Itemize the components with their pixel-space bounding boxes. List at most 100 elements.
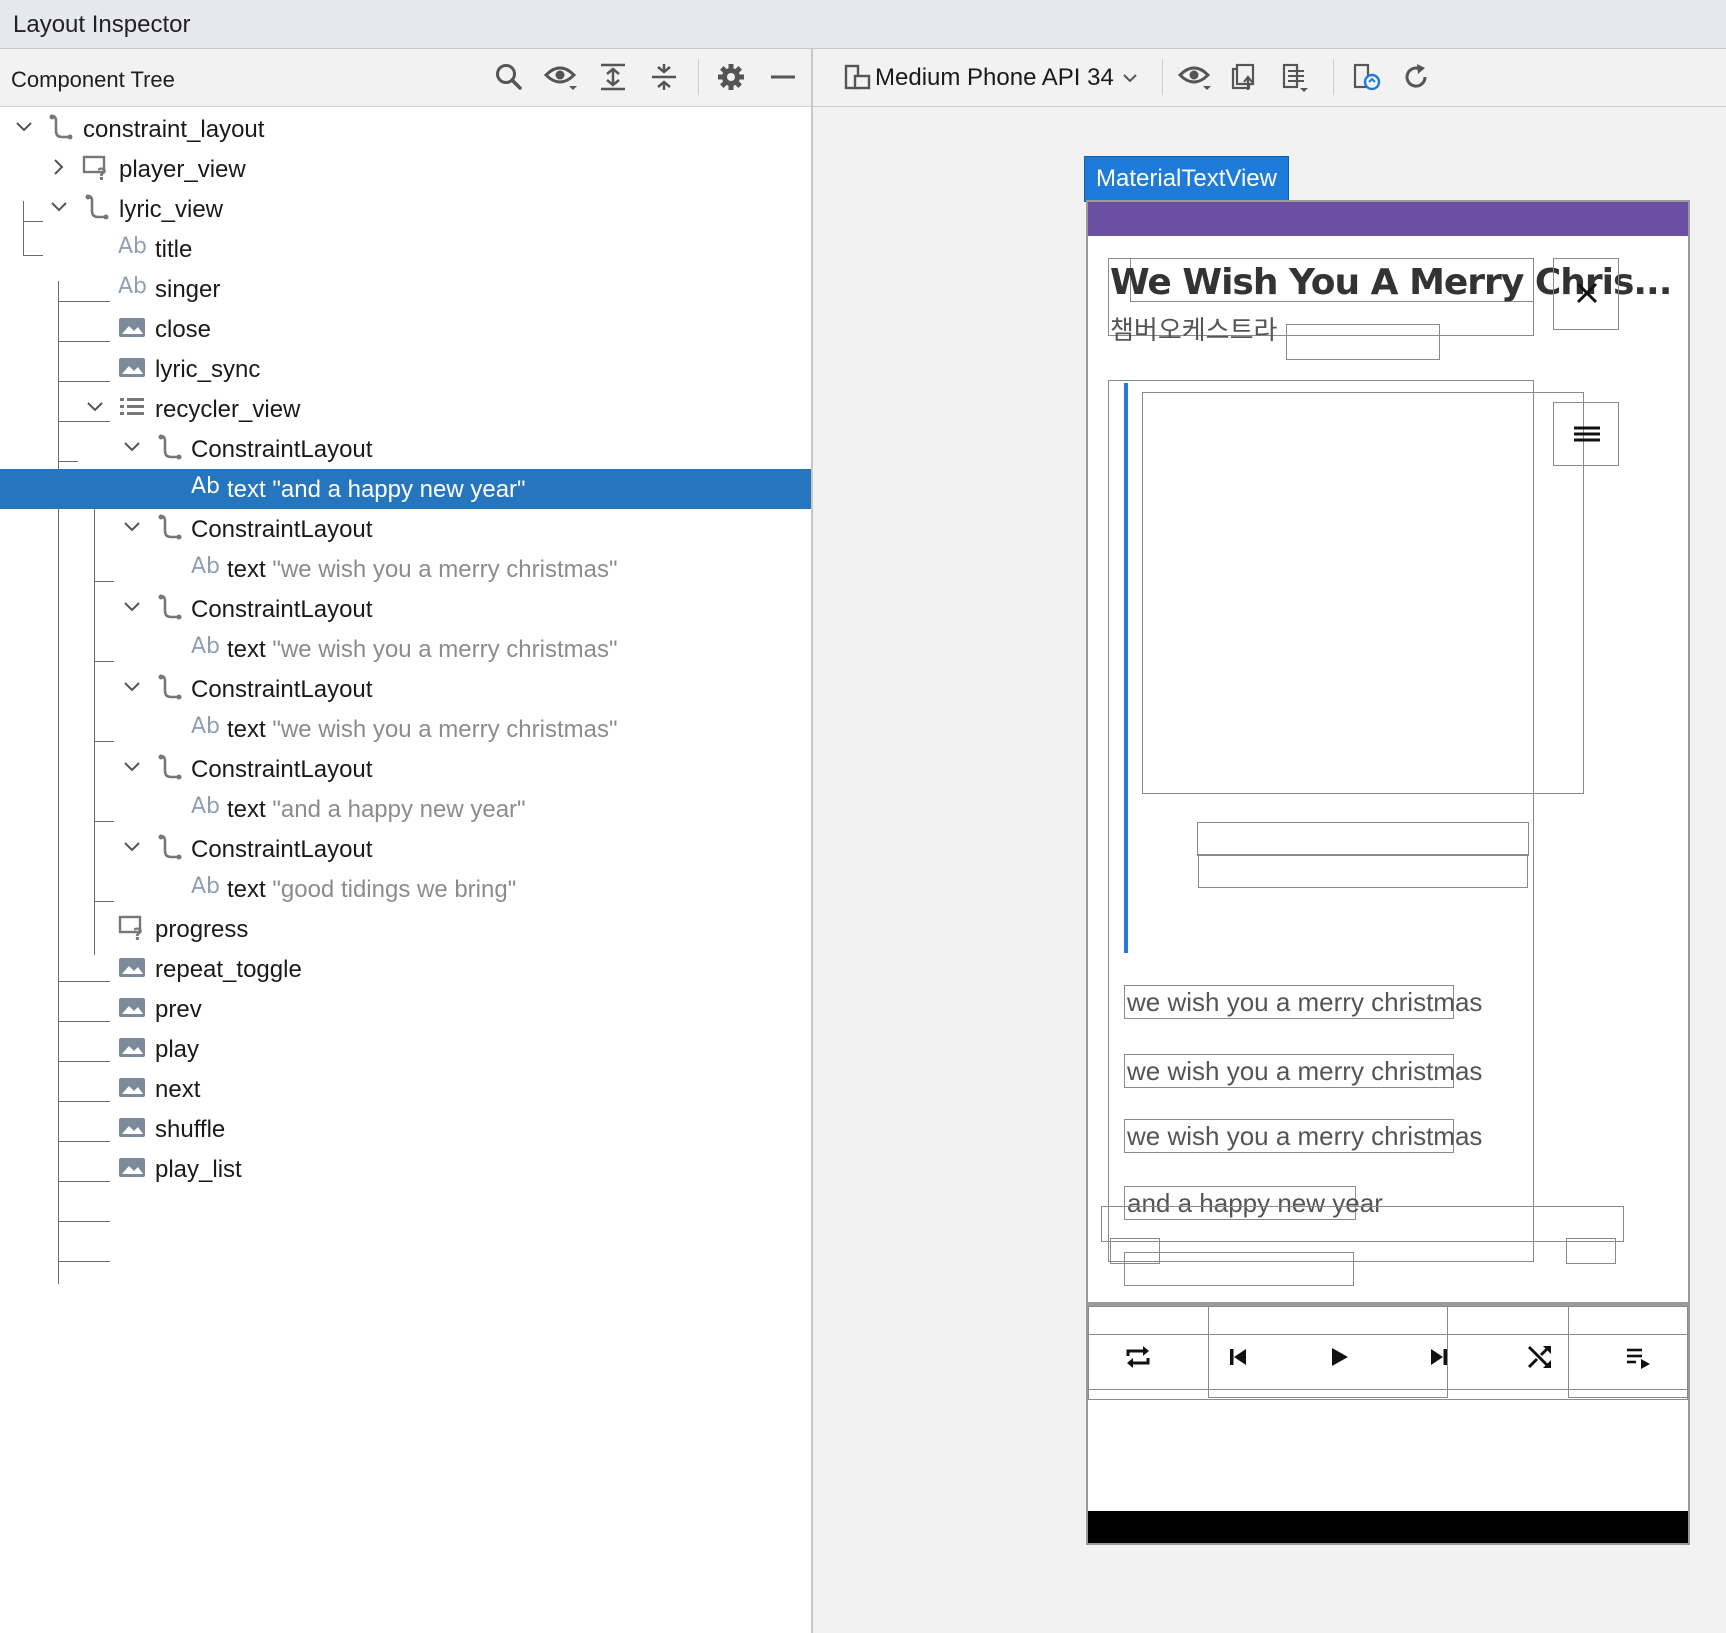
chevron-down-icon[interactable] [120,435,144,459]
chevron-right-icon[interactable] [47,155,71,179]
next-button[interactable] [1394,1312,1484,1402]
chevron-down-icon[interactable] [83,395,107,419]
tree-node-label: play_list [155,1156,242,1183]
tree-node-lyric-view[interactable]: lyric_view [0,189,811,229]
tree-node-constraint-layout-item[interactable]: ConstraintLayout [0,589,811,629]
tree-node-text-label: text "we wish you a merry christmas" [227,556,617,584]
singer-name[interactable]: 챔버오케스트라 [1110,310,1277,347]
tree-node-text[interactable]: Ab text "and a happy new year" [0,789,811,829]
tree-node-constraint-layout-item[interactable]: ConstraintLayout [0,429,811,469]
tree-node-constraint-layout-item[interactable]: ConstraintLayout [0,509,811,549]
tree-node-constraint-layout[interactable]: constraint_layout [0,109,811,149]
toolbar-separator [1162,59,1163,95]
collapse-all-button[interactable] [644,57,684,97]
eye-icon [1178,66,1211,90]
expand-all-icon [601,63,625,91]
text-view-icon: Ab [118,234,148,259]
tree-node-lyric-sync[interactable]: lyric_sync [0,349,811,389]
layer-icon [1282,63,1308,92]
tree-node-text[interactable]: Ab text "we wish you a merry christmas" [0,709,811,749]
lyric-line[interactable]: we wish you a merry christmas [1124,985,1482,1019]
tree-node-shuffle[interactable]: shuffle [0,1109,811,1149]
chevron-down-icon[interactable] [120,675,144,699]
tree-node-constraint-layout-item[interactable]: ConstraintLayout [0,669,811,709]
info-bounds [1198,854,1528,888]
tree-node-label: recycler_view [155,396,301,423]
device-icon [844,64,871,90]
tree-node-label: text [227,636,266,663]
close-icon[interactable] [1574,280,1600,306]
tree-node-label: close [155,316,212,343]
view-options-button[interactable] [541,57,581,97]
tree-node-label: ConstraintLayout [191,676,373,703]
tree-node-next[interactable]: next [0,1069,811,1109]
tree-node-value: "we wish you a merry christmas" [272,716,618,743]
tree-node-text-selected[interactable]: Ab text "and a happy new year" [0,469,811,509]
chevron-down-icon[interactable] [12,115,36,139]
tree-node-label: title [155,236,193,263]
live-updates-button[interactable] [1347,57,1387,97]
tree-node-label: prev [155,996,202,1023]
lyric-sync-bounds [1286,324,1440,360]
tree-node-constraint-layout-item[interactable]: ConstraintLayout [0,829,811,869]
text-view-icon: Ab [191,634,221,659]
tree-node-text[interactable]: Ab text "we wish you a merry christmas" [0,629,811,669]
lyric-line[interactable]: we wish you a merry christmas [1124,1054,1482,1088]
tree-node-label: text [227,556,266,583]
svg-text:?: ? [133,925,143,941]
chevron-down-icon[interactable] [120,595,144,619]
image-view-icon [119,358,145,377]
list-icon [120,398,144,415]
prev-button[interactable] [1193,1312,1283,1402]
svg-text:?: ? [97,165,107,181]
tree-node-title[interactable]: Ab title [0,229,811,269]
refresh-button[interactable] [1396,57,1436,97]
tree-node-text-label: text "we wish you a merry christmas" [227,636,617,664]
image-view-icon [119,1038,145,1057]
tree-node-player-view[interactable]: ? player_view [0,149,811,189]
play-button[interactable] [1294,1312,1384,1402]
chevron-down-icon[interactable] [120,835,144,859]
chevron-down-icon[interactable] [47,195,71,219]
tree-node-label: ConstraintLayout [191,596,373,623]
tree-node-play-list[interactable]: play_list [0,1149,811,1189]
lyric-line[interactable]: we wish you a merry christmas [1124,1119,1482,1153]
tree-node-label: play [155,1036,200,1063]
shuffle-button[interactable] [1495,1312,1585,1402]
tree-node-progress[interactable]: ? progress [0,909,811,949]
text-view-icon: Ab [191,474,221,499]
eye-icon [544,66,577,90]
tree-node-singer[interactable]: Ab singer [0,269,811,309]
menu-icon[interactable] [1572,421,1602,447]
chevron-down-icon[interactable] [120,755,144,779]
layer-spacing-button[interactable] [1275,57,1315,97]
tree-node-constraint-layout-item[interactable]: ConstraintLayout [0,749,811,789]
device-selector[interactable]: Medium Phone API 34 [843,59,1140,97]
window-title: Layout Inspector [13,11,191,38]
tree-node-close[interactable]: close [0,309,811,349]
settings-button[interactable] [711,57,751,97]
tree-node-text[interactable]: Ab text "good tidings we bring" [0,869,811,909]
device-preview[interactable]: We Wish You A Merry Chris... 챔버오케스트라 we … [1086,200,1690,1545]
search-button[interactable] [489,57,529,97]
expand-all-button[interactable] [593,57,633,97]
tree-node-repeat-toggle[interactable]: repeat_toggle [0,949,811,989]
repeat-button[interactable] [1093,1312,1183,1402]
hide-panel-button[interactable] [763,57,803,97]
tree-node-recycler-view[interactable]: recycler_view [0,389,811,429]
tree-node-play[interactable]: play [0,1029,811,1069]
window-titlebar: Layout Inspector [0,0,1726,49]
tree-node-prev[interactable]: prev [0,989,811,1029]
shuffle-icon [1527,1345,1551,1369]
constraint-layout-icon [85,194,109,220]
tree-connector [58,1221,110,1222]
constraint-layout-icon [158,674,182,700]
view-options-button[interactable] [1175,57,1215,97]
export-snapshot-button[interactable] [1225,57,1265,97]
component-tree: constraint_layout ? player_view lyric_vi… [0,107,811,1284]
tree-node-text[interactable]: Ab text "we wish you a merry christmas" [0,549,811,589]
chevron-down-icon[interactable] [120,515,144,539]
minimize-icon [771,75,795,79]
tree-node-value: "good tidings we bring" [272,876,517,903]
playlist-button[interactable] [1594,1312,1684,1402]
